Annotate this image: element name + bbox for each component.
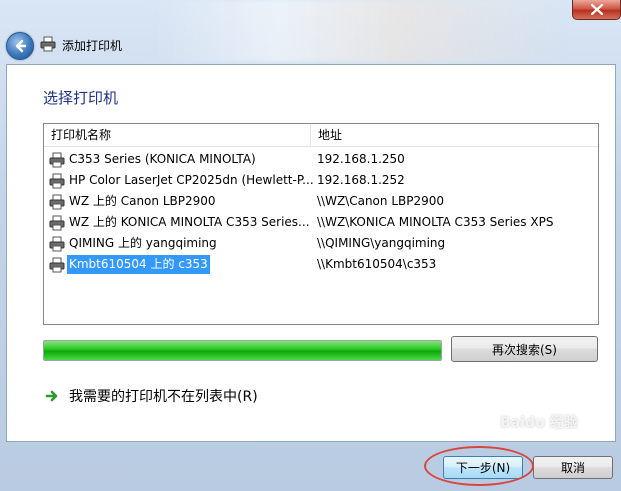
printer-icon xyxy=(49,257,65,273)
list-header: 打印机名称 地址 xyxy=(44,124,598,147)
printer-name: WZ 上的 KONICA MINOLTA C353 Series... xyxy=(69,215,310,229)
cancel-button[interactable]: 取消 xyxy=(533,456,613,479)
back-arrow-icon xyxy=(15,39,27,53)
back-button[interactable] xyxy=(6,32,34,60)
printer-icon xyxy=(40,36,56,52)
progress-fill xyxy=(44,341,441,360)
printer-row[interactable]: WZ 上的 Canon LBP2900 \\WZ\Canon LBP2900 xyxy=(44,192,598,213)
printer-name: QIMING 上的 yangqiming xyxy=(69,236,217,250)
printer-icon xyxy=(49,194,65,210)
printer-name: C353 Series (KONICA MINOLTA) xyxy=(69,152,256,166)
printer-list[interactable]: 打印机名称 地址 C353 Series (KONICA MINOLTA) 19… xyxy=(43,123,599,325)
next-button[interactable]: 下一步(N) xyxy=(443,456,523,479)
printer-row[interactable]: QIMING 上的 yangqiming \\QIMING\yangqiming xyxy=(44,234,598,255)
search-progress-bar xyxy=(43,340,442,361)
green-arrow-icon xyxy=(45,390,58,402)
search-again-button[interactable]: 再次搜索(S) xyxy=(451,336,598,362)
printer-address: \\WZ\KONICA MINOLTA C353 Series XPS xyxy=(317,215,554,229)
printer-row-selected[interactable]: Kmbt610504 上的 c353 \\Kmbt610504\c353 xyxy=(44,255,598,276)
printer-icon xyxy=(49,173,65,189)
page-heading: 选择打印机 xyxy=(43,89,119,107)
printer-icon xyxy=(49,236,65,252)
printer-address: \\Kmbt610504\c353 xyxy=(317,257,437,271)
printer-icon xyxy=(49,215,65,231)
printer-name: HP Color LaserJet CP2025dn (Hewlett-P... xyxy=(69,173,314,187)
printer-address: 192.168.1.252 xyxy=(317,173,405,187)
close-button[interactable] xyxy=(572,0,621,20)
content-pane: 选择打印机 打印机名称 地址 C353 Series (KONICA MINOL… xyxy=(6,64,616,442)
printer-name: WZ 上的 Canon LBP2900 xyxy=(69,194,216,208)
printer-address: \\QIMING\yangqiming xyxy=(317,236,446,250)
window-frame: 添加打印机 选择打印机 打印机名称 地址 C353 Series (KONICA… xyxy=(0,0,621,491)
printer-row[interactable]: C353 Series (KONICA MINOLTA) 192.168.1.2… xyxy=(44,150,598,171)
printer-name: Kmbt610504 上的 c353 xyxy=(67,255,210,274)
column-header-address[interactable]: 地址 xyxy=(311,124,598,146)
printer-address: 192.168.1.250 xyxy=(317,152,405,166)
column-header-name[interactable]: 打印机名称 xyxy=(44,124,311,146)
printer-not-listed-label: 我需要的打印机不在列表中(R) xyxy=(69,389,258,405)
printer-address: \\WZ\Canon LBP2900 xyxy=(317,194,445,208)
background-blur xyxy=(150,0,570,62)
printer-row[interactable]: HP Color LaserJet CP2025dn (Hewlett-P...… xyxy=(44,171,598,192)
printer-row[interactable]: WZ 上的 KONICA MINOLTA C353 Series... \\WZ… xyxy=(44,213,598,234)
window-title: 添加打印机 xyxy=(62,39,123,53)
printer-icon xyxy=(49,152,65,168)
printer-not-listed-link[interactable]: 我需要的打印机不在列表中(R) xyxy=(45,385,258,407)
close-icon xyxy=(590,4,603,15)
